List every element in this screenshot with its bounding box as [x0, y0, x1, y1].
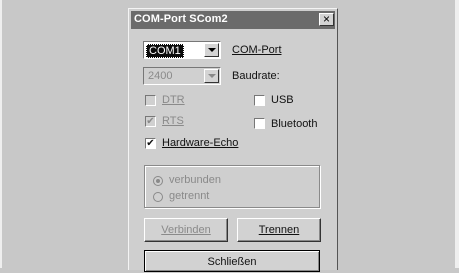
rts-checkbox[interactable]: ✔ — [145, 116, 156, 127]
chevron-down-icon[interactable] — [204, 69, 219, 83]
close-button[interactable]: Schließen — [144, 250, 320, 272]
com-port-select[interactable]: COM1 — [143, 41, 221, 59]
bluetooth-checkbox[interactable] — [254, 118, 265, 129]
verbunden-label: verbunden — [169, 174, 221, 186]
baudrate-select[interactable]: 2400 — [143, 67, 221, 85]
dtr-label: DTR — [162, 94, 185, 106]
baudrate-label: Baudrate: — [232, 70, 280, 82]
verbunden-radio[interactable] — [153, 176, 163, 186]
hardware-echo-checkbox[interactable]: ✔ — [145, 138, 156, 149]
com-port-label: COM-Port — [232, 44, 282, 56]
usb-label: USB — [271, 94, 294, 106]
usb-checkbox[interactable] — [254, 95, 265, 106]
background-edge-left — [0, 0, 2, 268]
chevron-down-icon[interactable] — [204, 43, 219, 57]
rts-label: RTS — [162, 115, 184, 127]
bluetooth-label: Bluetooth — [271, 118, 318, 130]
getrennt-label: getrennt — [169, 190, 210, 202]
getrennt-radio[interactable] — [153, 192, 163, 202]
check-icon: ✔ — [146, 116, 155, 127]
close-icon[interactable]: × — [319, 13, 334, 26]
com-port-value: COM1 — [146, 44, 184, 58]
dtr-checkbox[interactable] — [145, 95, 156, 106]
title-bar[interactable]: COM-Port SCom2 × — [131, 11, 335, 29]
check-icon: ✔ — [146, 138, 155, 149]
connect-button[interactable]: Verbinden — [144, 218, 228, 242]
background-edge-right — [455, 0, 459, 268]
dialog-title: COM-Port SCom2 — [134, 13, 228, 25]
disconnect-button[interactable]: Trennen — [237, 218, 321, 242]
hardware-echo-label: Hardware-Echo — [162, 137, 239, 149]
baudrate-value: 2400 — [148, 70, 173, 82]
